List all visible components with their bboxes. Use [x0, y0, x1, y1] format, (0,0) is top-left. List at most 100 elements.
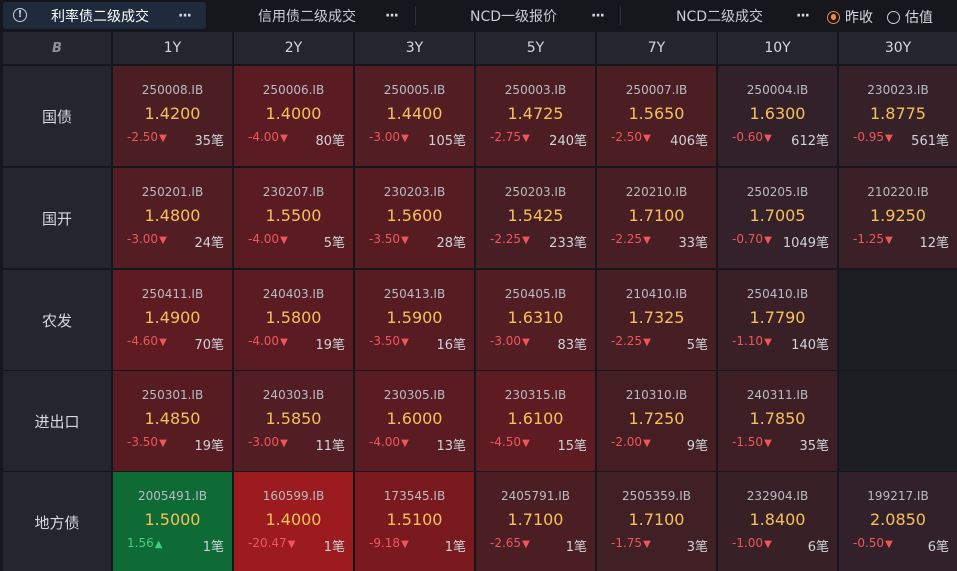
tenor-header-3y[interactable]: 3Y	[355, 32, 474, 64]
tenor-header-10y[interactable]: 10Y	[718, 32, 837, 64]
change-value: -2.25▼	[611, 334, 651, 348]
yield-value: 1.7790	[749, 308, 806, 327]
quote-cell[interactable]: 250005.IB 1.4400 -3.00▼ 105笔	[355, 66, 474, 166]
trade-count: 83笔	[557, 338, 587, 353]
more-icon[interactable]: ···	[796, 8, 810, 24]
radio-prev-close[interactable]: 昨收	[827, 7, 873, 27]
yield-value: 1.6310	[507, 308, 564, 327]
tenor-header-5y[interactable]: 5Y	[476, 32, 595, 64]
quote-cell[interactable]: 210310.IB 1.7250 -2.00▼ 9笔	[597, 371, 716, 471]
quote-cell[interactable]: 250413.IB 1.5900 -3.50▼ 16笔	[355, 270, 474, 370]
yield-value: 1.5000	[144, 510, 201, 529]
arrow-down-icon: ▼	[643, 337, 651, 348]
quote-cell[interactable]: 230203.IB 1.5600 -3.50▼ 28笔	[355, 168, 474, 268]
yield-value: 1.4900	[144, 308, 201, 327]
radio-valuation[interactable]: 估值	[887, 7, 933, 27]
quote-cell[interactable]: 250405.IB 1.6310 -3.00▼ 83笔	[476, 270, 595, 370]
quote-cell[interactable]: 250301.IB 1.4850 -3.50▼ 19笔	[113, 371, 232, 471]
bond-code: 250203.IB	[504, 185, 567, 199]
trade-count: 16笔	[436, 338, 466, 353]
trade-count: 9笔	[686, 439, 708, 454]
change-value: -4.00▼	[248, 334, 288, 348]
quote-cell[interactable]: 199217.IB 2.0850 -0.50▼ 6笔	[839, 472, 957, 571]
info-icon[interactable]: !	[13, 8, 27, 22]
bond-code: 2005491.IB	[137, 489, 208, 503]
trade-count: 5笔	[686, 338, 708, 353]
tab-credit-bond-secondary[interactable]: 信用债二级成交 ···	[212, 2, 412, 29]
quote-cell[interactable]: 250410.IB 1.7790 -1.10▼ 140笔	[718, 270, 837, 370]
quote-cell[interactable]: 240403.IB 1.5800 -4.00▼ 19笔	[234, 270, 353, 370]
tenor-header-7y[interactable]: 7Y	[597, 32, 716, 64]
more-icon[interactable]: ···	[591, 8, 605, 24]
quote-cell[interactable]: 250203.IB 1.5425 -2.25▼ 233笔	[476, 168, 595, 268]
quote-cell[interactable]: 230207.IB 1.5500 -4.00▼ 5笔	[234, 168, 353, 268]
quote-cell[interactable]: 2505359.IB 1.7100 -1.75▼ 3笔	[597, 472, 716, 571]
quote-cell[interactable]: 250411.IB 1.4900 -4.60▼ 70笔	[113, 270, 232, 370]
tab-label: NCD二级成交	[676, 8, 764, 25]
change-number: -2.25	[611, 334, 643, 348]
quote-cell[interactable]: 2405791.IB 1.7100 -2.65▼ 1笔	[476, 472, 595, 571]
yield-value: 1.4000	[265, 104, 322, 123]
arrow-down-icon: ▼	[280, 133, 288, 144]
quote-cell[interactable]: 160599.IB 1.4000 -20.47▼ 1笔	[234, 472, 353, 571]
quote-cell[interactable]: 250006.IB 1.4000 -4.00▼ 80笔	[234, 66, 353, 166]
quote-cell[interactable]: 210410.IB 1.7325 -2.25▼ 5笔	[597, 270, 716, 370]
yield-matrix: B 1Y 2Y 3Y 5Y 7Y 10Y 30Y 国债 250008.IB 1.4200 -2.50▼…	[3, 32, 957, 571]
bond-code: 250007.IB	[625, 83, 688, 97]
arrow-down-icon: ▼	[159, 337, 167, 348]
bond-code: 210310.IB	[625, 388, 688, 402]
trade-count: 105笔	[428, 134, 466, 149]
arrow-down-icon: ▼	[764, 539, 772, 550]
trade-count: 5笔	[323, 236, 345, 251]
quote-cell[interactable]: 250205.IB 1.7005 -0.70▼ 1049笔	[718, 168, 837, 268]
change-number: -2.50	[611, 130, 643, 144]
quote-cell[interactable]: 250201.IB 1.4800 -3.00▼ 24笔	[113, 168, 232, 268]
bond-code: 240303.IB	[262, 388, 325, 402]
arrow-down-icon: ▼	[643, 438, 651, 449]
bond-code: 2405791.IB	[500, 489, 571, 503]
yield-value: 1.8400	[749, 510, 806, 529]
bond-code: 250005.IB	[383, 83, 446, 97]
bond-code: 250004.IB	[746, 83, 809, 97]
tab-ncd-secondary[interactable]: NCD二级成交 ···	[623, 2, 819, 29]
arrow-down-icon: ▼	[643, 133, 651, 144]
change-value: -3.50▼	[369, 232, 409, 246]
row-label: 国开	[3, 168, 111, 268]
quote-cell[interactable]: 210220.IB 1.9250 -1.25▼ 12笔	[839, 168, 957, 268]
yield-value: 1.7100	[628, 510, 685, 529]
radio-unselected-icon[interactable]	[887, 10, 900, 24]
trade-count: 140笔	[791, 338, 829, 353]
quote-cell[interactable]: 173545.IB 1.5100 -9.18▼ 1笔	[355, 472, 474, 571]
quote-cell[interactable]: 240311.IB 1.7850 -1.50▼ 35笔	[718, 371, 837, 471]
quote-cell[interactable]: 250004.IB 1.6300 -0.60▼ 612笔	[718, 66, 837, 166]
arrow-down-icon: ▼	[885, 133, 893, 144]
arrow-down-icon: ▼	[643, 539, 651, 550]
quote-cell[interactable]: 2005491.IB 1.5000 1.56▲ 1笔	[113, 472, 232, 571]
more-icon[interactable]: ···	[385, 8, 399, 24]
change-value: -0.60▼	[732, 130, 772, 144]
quote-cell[interactable]: 250007.IB 1.5650 -2.50▼ 406笔	[597, 66, 716, 166]
change-value: -4.00▼	[248, 232, 288, 246]
trade-count: 28笔	[436, 236, 466, 251]
quote-cell[interactable]: 250008.IB 1.4200 -2.50▼ 35笔	[113, 66, 232, 166]
bond-code: 250301.IB	[141, 388, 204, 402]
quote-cell[interactable]: 230305.IB 1.6000 -4.00▼ 13笔	[355, 371, 474, 471]
trade-count: 80笔	[315, 134, 345, 149]
quote-cell[interactable]: 240303.IB 1.5850 -3.00▼ 11笔	[234, 371, 353, 471]
tenor-header-2y[interactable]: 2Y	[234, 32, 353, 64]
change-value: -2.50▼	[611, 130, 651, 144]
tab-ncd-primary-quote[interactable]: NCD一级报价 ···	[418, 2, 618, 29]
quote-cell[interactable]: 230315.IB 1.6100 -4.50▼ 15笔	[476, 371, 595, 471]
quote-cell[interactable]: 220210.IB 1.7100 -2.25▼ 33笔	[597, 168, 716, 268]
bond-code: 220210.IB	[625, 185, 688, 199]
more-icon[interactable]: ···	[178, 8, 192, 24]
tenor-header-30y[interactable]: 30Y	[839, 32, 957, 64]
change-number: -3.50	[127, 435, 159, 449]
tab-rate-bond-secondary[interactable]: ! 利率债二级成交 ···	[3, 2, 206, 29]
change-value: -1.75▼	[611, 536, 651, 550]
quote-cell[interactable]: 250003.IB 1.4725 -2.75▼ 240笔	[476, 66, 595, 166]
quote-cell[interactable]: 230023.IB 1.8775 -0.95▼ 561笔	[839, 66, 957, 166]
tenor-header-1y[interactable]: 1Y	[113, 32, 232, 64]
quote-cell[interactable]: 232904.IB 1.8400 -1.00▼ 6笔	[718, 472, 837, 571]
radio-selected-icon[interactable]	[827, 10, 840, 24]
